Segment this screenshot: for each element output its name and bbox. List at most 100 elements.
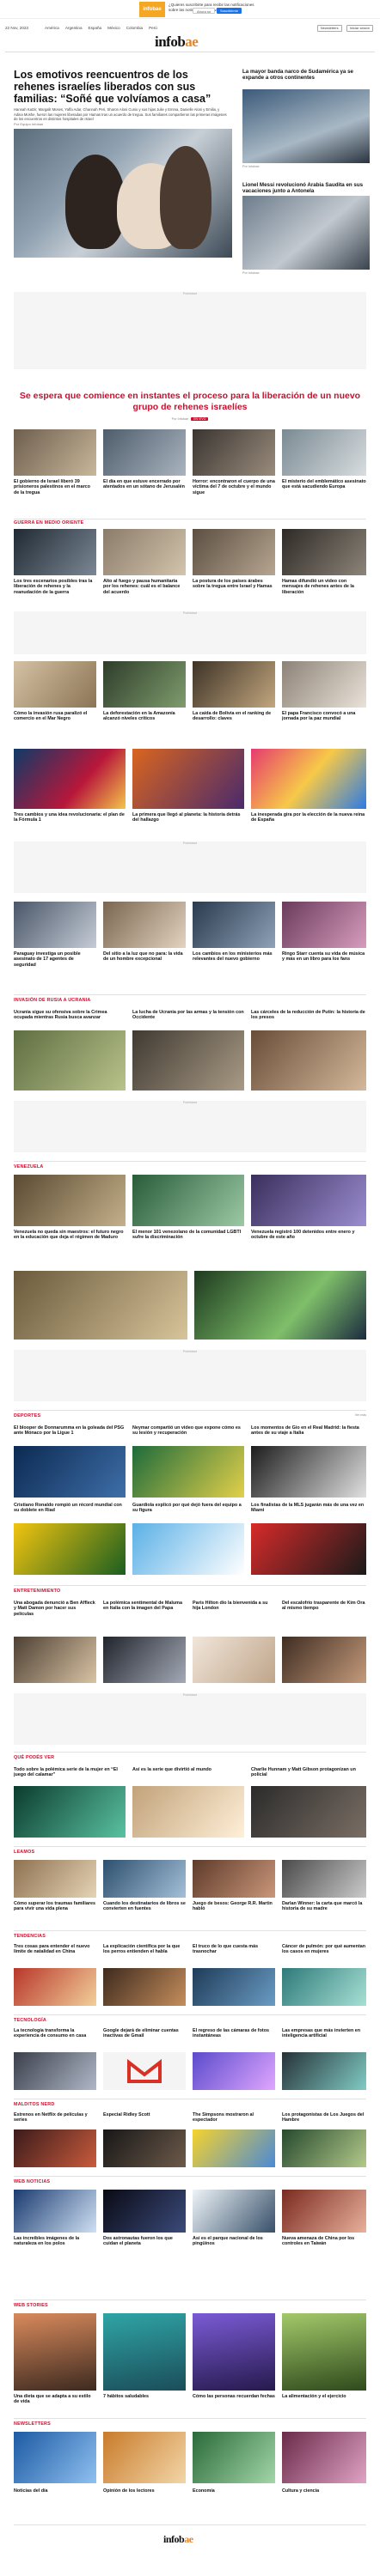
- story-headline[interactable]: El blooper de Donnarumma en la goleada d…: [14, 1425, 126, 1437]
- story-image[interactable]: [14, 1637, 96, 1683]
- story-image[interactable]: [14, 2129, 96, 2167]
- section-heading[interactable]: DEPORTES: [14, 1413, 40, 1419]
- story-headline[interactable]: Una dieta que se adapta a su estilo de v…: [14, 2394, 96, 2405]
- see-more-link[interactable]: Ver más: [355, 1413, 366, 1417]
- story-image[interactable]: [14, 2190, 96, 2233]
- story-image[interactable]: [103, 1968, 186, 2006]
- story-headline[interactable]: The Simpsons mostraron al espectador: [193, 2112, 275, 2123]
- story-image[interactable]: [193, 1968, 275, 2006]
- story-headline[interactable]: Alto al fuego y pausa humanitaria por lo…: [103, 579, 186, 595]
- story-image[interactable]: [14, 2052, 96, 2090]
- hero-headline[interactable]: Los emotivos reencuentros de los rehenes…: [14, 69, 229, 105]
- section-heading[interactable]: QUÉ PODÉS VER: [14, 1755, 54, 1760]
- story-image[interactable]: [251, 1446, 366, 1498]
- ad-slot[interactable]: Publicidad: [14, 292, 366, 369]
- story-headline[interactable]: Cómo las personas recuerdan fechas: [193, 2394, 275, 2399]
- section-heading[interactable]: LEAMOS: [14, 1850, 34, 1855]
- newsletter-title[interactable]: Opinión de los lectores: [103, 2488, 186, 2494]
- story-image[interactable]: [14, 1860, 96, 1898]
- ad-slot[interactable]: Publicidad: [14, 1693, 366, 1745]
- web-story-card[interactable]: [282, 2313, 366, 2391]
- story-image[interactable]: [14, 661, 96, 708]
- story-headline[interactable]: Del sitio a la luz que no para: la vida …: [103, 951, 186, 963]
- story-headline[interactable]: Darlan Winner: la carta que marcó la his…: [282, 1901, 366, 1912]
- story-headline[interactable]: Venezuela no queda sin maestros: el futu…: [14, 1230, 126, 1241]
- story-headline[interactable]: Cómo la invasión rusa paralizó el comerc…: [14, 711, 96, 722]
- section-heading[interactable]: TECNOLOGÍA: [14, 2018, 46, 2023]
- story-image[interactable]: [251, 1786, 366, 1838]
- sidebar-image[interactable]: [242, 89, 370, 163]
- story-headline[interactable]: El gobierno de Israel liberó 39 prisione…: [14, 479, 96, 495]
- story-image[interactable]: [103, 2052, 186, 2090]
- story-image[interactable]: [282, 529, 366, 575]
- story-image[interactable]: [14, 1175, 126, 1226]
- edition-link[interactable]: México: [107, 26, 120, 30]
- story-image[interactable]: [14, 1968, 96, 2006]
- story-headline[interactable]: El papa Francisco convocó a una jornada …: [282, 711, 366, 722]
- web-story-card[interactable]: [103, 2313, 186, 2391]
- story-headline[interactable]: Cuando los destinatarios de libros se co…: [103, 1901, 186, 1912]
- story-headline[interactable]: Las cárceles de la reducción de Putin: l…: [251, 1010, 366, 1021]
- newsletter-image[interactable]: [14, 2432, 96, 2483]
- story-image[interactable]: [14, 429, 96, 476]
- newsletter-image[interactable]: [103, 2432, 186, 2483]
- edition-link[interactable]: América: [45, 26, 59, 30]
- story-headline[interactable]: La explicación científica por la que los…: [103, 1944, 186, 1955]
- story-image[interactable]: [103, 2190, 186, 2233]
- story-image[interactable]: [14, 1523, 126, 1575]
- story-headline[interactable]: El truco de lo que cuesta más trasnochar: [193, 1944, 275, 1955]
- story-headline[interactable]: La inesperada gira por la elección de la…: [251, 812, 366, 823]
- story-headline[interactable]: Las increíbles imágenes de la naturaleza…: [14, 2236, 96, 2247]
- story-headline[interactable]: Del escalofrío trasparente de Kim Ora al…: [282, 1601, 366, 1612]
- story-image[interactable]: [193, 2052, 275, 2090]
- story-headline[interactable]: Cómo superar los traumas familiares para…: [14, 1901, 96, 1912]
- ad-slot[interactable]: Publicidad: [14, 1101, 366, 1152]
- ad-slot[interactable]: Publicidad: [14, 1350, 366, 1401]
- story-headline[interactable]: Estrenos en Netflix de películas y serie…: [14, 2112, 96, 2123]
- story-image[interactable]: [282, 2129, 366, 2167]
- story-image[interactable]: [132, 1523, 244, 1575]
- story-image[interactable]: [103, 1860, 186, 1898]
- story-image[interactable]: [14, 1030, 126, 1091]
- story-headline[interactable]: Cáncer de pulmón: por qué aumentan los c…: [282, 1944, 366, 1955]
- story-image[interactable]: [14, 1446, 126, 1498]
- story-image[interactable]: [103, 661, 186, 708]
- footer-logo[interactable]: infobae: [163, 2533, 193, 2546]
- story-headline[interactable]: Paraguay investiga un posible asesinato …: [14, 951, 96, 968]
- story-headline[interactable]: Los momentos de Gio en el Real Madrid: l…: [251, 1425, 366, 1437]
- story-image[interactable]: [282, 1968, 366, 2006]
- story-headline[interactable]: Los protagonistas de Los Juegos del Hamb…: [282, 2112, 366, 2123]
- story-headline[interactable]: Cristiano Ronaldo rompió un récord mundi…: [14, 1503, 126, 1514]
- story-image[interactable]: [193, 2129, 275, 2167]
- hero-image[interactable]: [14, 129, 232, 258]
- story-image[interactable]: [282, 902, 366, 948]
- story-image[interactable]: [14, 749, 126, 809]
- web-story-card[interactable]: [193, 2313, 275, 2391]
- newsletter-title[interactable]: Cultura y ciencia: [282, 2488, 366, 2494]
- story-headline[interactable]: Los finalistas de la MLS jugarán más de …: [251, 1503, 366, 1514]
- story-headline[interactable]: La postura de los países árabes sobre la…: [193, 579, 275, 590]
- story-headline[interactable]: La lucha de Ucrania por las armas y la t…: [132, 1010, 244, 1021]
- story-headline[interactable]: Las empresas que más invierten en inteli…: [282, 2028, 366, 2039]
- story-headline[interactable]: El día en que estuve encerrado por atent…: [103, 479, 186, 490]
- story-headline[interactable]: Paris Hilton dio la bienvenida a su hija…: [193, 1601, 275, 1612]
- story-image[interactable]: [132, 1786, 244, 1838]
- section-heading[interactable]: INVASIÓN DE RUSIA A UCRANIA: [14, 998, 90, 1003]
- story-headline[interactable]: 7 hábitos saludables: [103, 2394, 186, 2399]
- sidebar-headline[interactable]: Lionel Messi revolucionó Arabia Saudita …: [242, 182, 370, 194]
- story-headline[interactable]: Así es la serie que divirtió al mundo: [132, 1767, 244, 1772]
- brand-logo[interactable]: infobae: [155, 33, 199, 51]
- edition-link[interactable]: Colombia: [126, 26, 143, 30]
- story-image[interactable]: [282, 661, 366, 708]
- story-image[interactable]: [14, 1271, 187, 1340]
- story-headline[interactable]: El regreso de las cámaras de fotos insta…: [193, 2028, 275, 2039]
- story-image[interactable]: [193, 1637, 275, 1683]
- story-image[interactable]: [251, 1175, 366, 1226]
- story-image[interactable]: [103, 902, 186, 948]
- story-image[interactable]: [14, 902, 96, 948]
- story-headline[interactable]: Los tres escenarios posibles tras la lib…: [14, 579, 96, 595]
- story-image[interactable]: [193, 529, 275, 575]
- story-image[interactable]: [282, 1860, 366, 1898]
- newsletter-title[interactable]: Economía: [193, 2488, 275, 2494]
- story-headline[interactable]: Tres cosas para entender el nuevo límite…: [14, 1944, 96, 1955]
